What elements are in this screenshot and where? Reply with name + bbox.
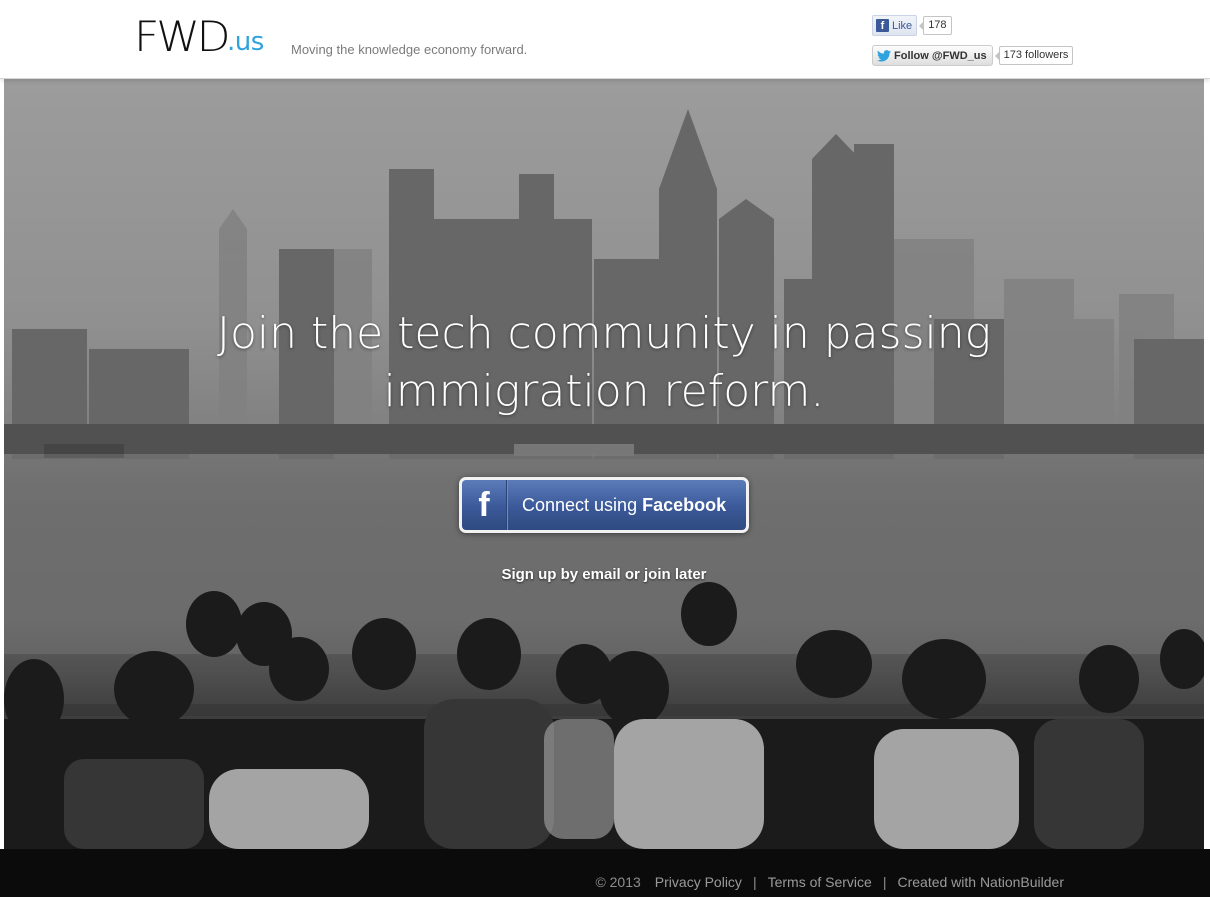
nationbuilder-link[interactable]: Created with NationBuilder [897, 874, 1064, 890]
logo-wordmark: FWD [134, 12, 231, 61]
twitter-follower-count: 173 followers [994, 46, 1074, 65]
twitter-bird-icon [877, 49, 891, 62]
facebook-like-count: 178 [919, 16, 952, 35]
connect-facebook-button[interactable]: f Connect using Facebook [459, 477, 749, 533]
hero-headline-line2: immigration reform. [383, 366, 825, 417]
site-logo[interactable]: FWD .us [134, 14, 264, 58]
facebook-f-icon: f [462, 480, 507, 530]
facebook-like-widget: f Like 178 [872, 15, 1073, 36]
footer-copyright: © 2013 [595, 874, 641, 890]
footer-separator: | [882, 874, 887, 890]
social-widgets: f Like 178 Follow @FWD_us 173 followers [872, 15, 1074, 66]
twitter-follow-button[interactable]: Follow @FWD_us [872, 45, 993, 66]
logo-domain: .us [227, 27, 264, 57]
twitter-follow-widget: Follow @FWD_us 173 followers [872, 45, 1074, 66]
footer-separator: | [752, 874, 757, 890]
site-header: FWD .us Moving the knowledge economy for… [0, 0, 1210, 79]
connect-facebook-prefix: Connect using [522, 494, 643, 515]
page: FWD .us Moving the knowledge economy for… [0, 0, 1210, 897]
privacy-policy-link[interactable]: Privacy Policy [655, 874, 742, 890]
connect-facebook-brand: Facebook [642, 494, 727, 515]
facebook-like-button[interactable]: f Like [872, 15, 918, 36]
twitter-follow-label: Follow @FWD_us [894, 49, 987, 62]
facebook-icon: f [876, 19, 889, 32]
connect-facebook-label: Connect using Facebook [522, 495, 726, 516]
footer-links: © 2013 Privacy Policy | Terms of Service… [595, 874, 1064, 890]
hero-headline: Join the tech community in passing immig… [4, 305, 1204, 421]
hero-background-image [4, 79, 1204, 849]
hero-headline-line1: Join the tech community in passing [216, 308, 992, 359]
site-footer: © 2013 Privacy Policy | Terms of Service… [0, 849, 1210, 897]
site-tagline: Moving the knowledge economy forward. [291, 42, 528, 57]
signup-email-link[interactable]: Sign up by email or join later [4, 566, 1204, 583]
facebook-like-label: Like [892, 19, 913, 32]
hero-section: Join the tech community in passing immig… [4, 79, 1204, 849]
terms-of-service-link[interactable]: Terms of Service [768, 874, 872, 890]
